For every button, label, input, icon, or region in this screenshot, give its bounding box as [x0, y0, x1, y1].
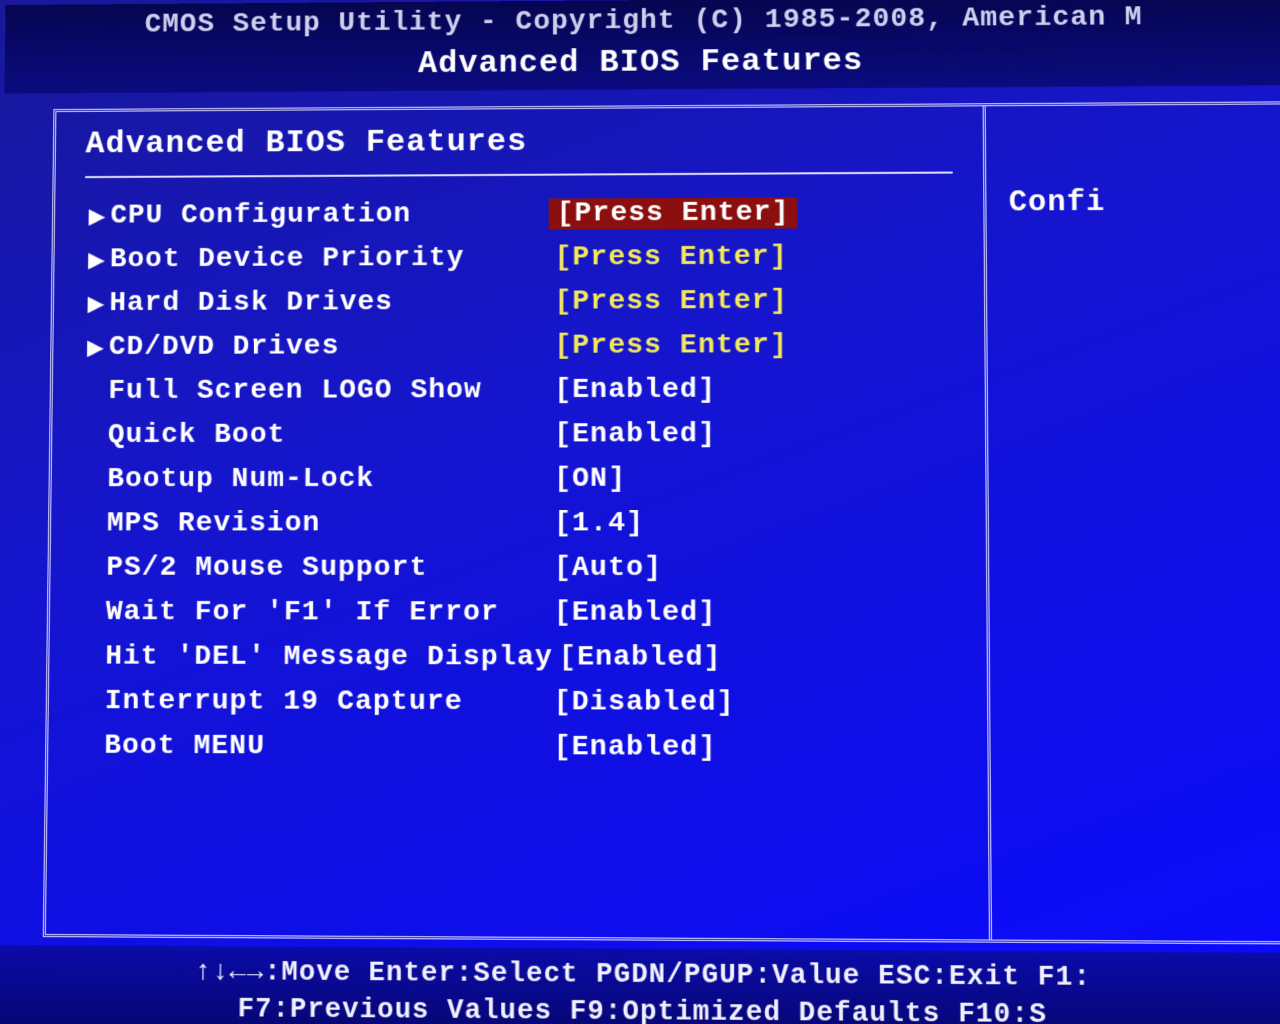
setting-value[interactable]: [Enabled]	[548, 731, 723, 763]
setting-row[interactable]: ▶CPU Configuration[Press Enter]	[84, 192, 953, 236]
setting-row[interactable]: ▶Boot MENU[Enabled]	[78, 725, 957, 769]
content-frame: Advanced BIOS Features ▶CPU Configuratio…	[43, 101, 1280, 944]
setting-row[interactable]: ▶Quick Boot[Enabled]	[82, 413, 955, 455]
setting-value[interactable]: [1.4]	[548, 508, 650, 539]
section-title: Advanced BIOS Features	[5, 38, 1280, 88]
divider	[85, 172, 953, 179]
setting-value[interactable]: [Auto]	[548, 552, 668, 584]
setting-label: Boot MENU	[104, 730, 548, 763]
setting-row[interactable]: ▶Interrupt 19 Capture[Disabled]	[79, 681, 957, 724]
setting-row[interactable]: ▶CD/DVD Drives[Press Enter]	[83, 324, 954, 367]
settings-list: ▶CPU Configuration[Press Enter]▶Boot Dev…	[78, 192, 957, 769]
setting-value[interactable]: [Disabled]	[548, 686, 741, 718]
bios-header: CMOS Setup Utility - Copyright (C) 1985-…	[4, 0, 1280, 94]
setting-value[interactable]: [Press Enter]	[549, 197, 798, 229]
triangle-icon: ▶	[84, 242, 110, 277]
setting-value[interactable]: [Enabled]	[548, 374, 722, 406]
setting-row[interactable]: ▶Wait For 'F1' If Error[Enabled]	[80, 592, 956, 634]
pane-title: Advanced BIOS Features	[85, 120, 952, 162]
setting-label: Boot Device Priority	[110, 242, 549, 275]
setting-label: Wait For 'F1' If Error	[106, 596, 548, 628]
setting-label: Hit 'DEL' Message Display	[105, 641, 553, 673]
setting-row[interactable]: ▶Hard Disk Drives[Press Enter]	[83, 280, 953, 323]
help-text: Confi	[1009, 186, 1106, 221]
setting-value[interactable]: [Press Enter]	[549, 241, 794, 273]
setting-label: Full Screen LOGO Show	[108, 374, 548, 406]
setting-value[interactable]: [Enabled]	[548, 597, 723, 629]
setting-row[interactable]: ▶Bootup Num-Lock[ON]	[81, 458, 955, 499]
setting-value[interactable]: [Press Enter]	[548, 329, 794, 361]
help-pane: Confi	[986, 104, 1280, 941]
triangle-icon: ▶	[83, 286, 109, 321]
setting-value[interactable]: [Enabled]	[548, 418, 722, 450]
setting-label: CPU Configuration	[110, 198, 548, 231]
setting-row[interactable]: ▶Boot Device Priority[Press Enter]	[84, 236, 953, 280]
setting-value[interactable]: [Press Enter]	[548, 285, 793, 317]
setting-row[interactable]: ▶Full Screen LOGO Show[Enabled]	[82, 369, 954, 411]
setting-value[interactable]: [Enabled]	[553, 642, 728, 674]
setting-label: MPS Revision	[107, 508, 548, 539]
triangle-icon: ▶	[83, 330, 109, 365]
setting-label: Hard Disk Drives	[109, 286, 548, 318]
setting-label: Quick Boot	[108, 419, 549, 451]
main-pane: Advanced BIOS Features ▶CPU Configuratio…	[46, 106, 992, 939]
setting-row[interactable]: ▶Hit 'DEL' Message Display[Enabled]	[79, 636, 956, 678]
setting-label: Bootup Num-Lock	[107, 463, 548, 495]
setting-label: Interrupt 19 Capture	[105, 685, 548, 718]
setting-value[interactable]: [ON]	[548, 463, 632, 494]
key-legend: ↑↓←→:Move Enter:Select PGDN/PGUP:Value E…	[0, 945, 1280, 1024]
setting-label: PS/2 Mouse Support	[106, 552, 548, 584]
setting-row[interactable]: ▶PS/2 Mouse Support[Auto]	[80, 547, 955, 588]
setting-row[interactable]: ▶MPS Revision[1.4]	[81, 503, 956, 544]
setting-label: CD/DVD Drives	[109, 330, 549, 362]
triangle-icon: ▶	[84, 198, 110, 233]
